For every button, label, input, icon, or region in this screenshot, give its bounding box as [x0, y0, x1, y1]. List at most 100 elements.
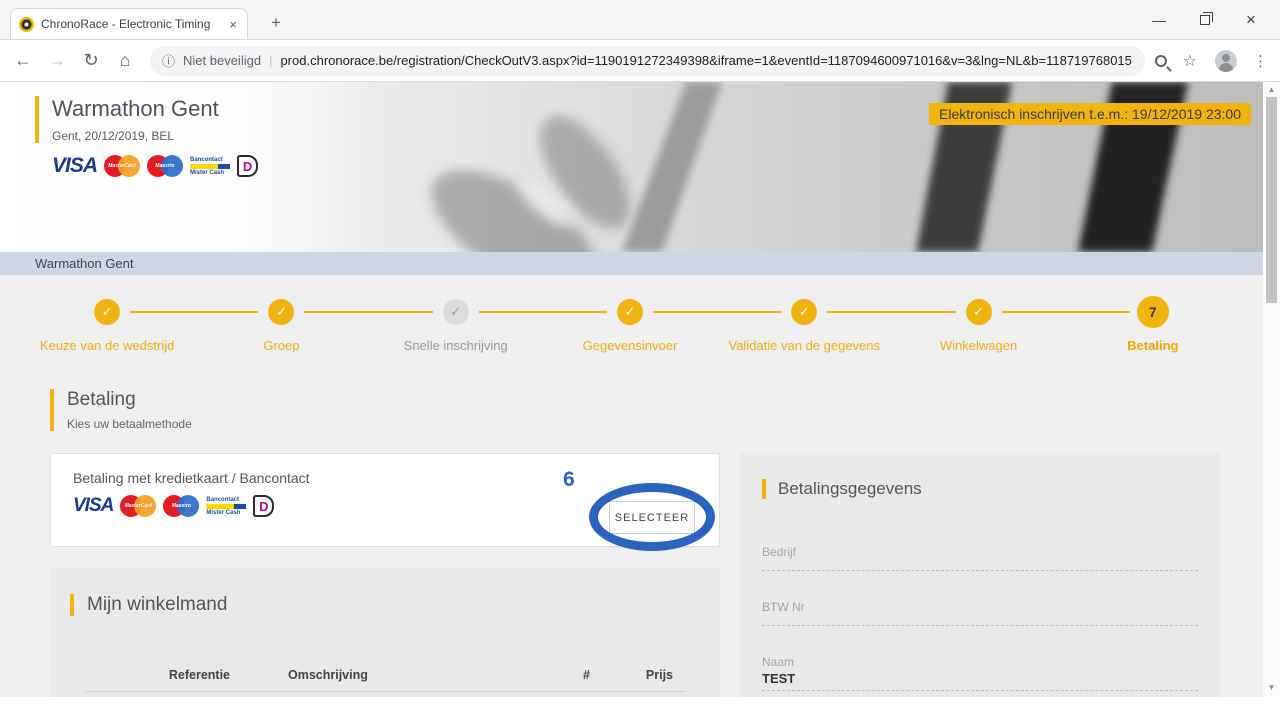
tab-close-icon[interactable]: × — [227, 17, 239, 32]
payment-method-card: Betaling met kredietkaart / Bancontact V… — [50, 453, 720, 551]
table-divider — [85, 691, 685, 692]
billing-card: Betalingsgegevens Bedrijf BTW Nr Naam TE… — [740, 453, 1220, 697]
kebab-menu-icon[interactable]: ⋮ — [1253, 52, 1268, 70]
step-label: Validatie van de gegevens — [728, 338, 881, 353]
scroll-down-icon[interactable]: ▼ — [1263, 680, 1280, 695]
stepper-step-snelle-inschrijving[interactable]: ✓ Snelle inschrijving — [368, 299, 544, 353]
cart-table-header: Referentie Omschrijving # Prijs — [50, 668, 720, 682]
mastercard-logo-icon: MasterCard — [104, 155, 141, 177]
check-icon: ✓ — [450, 304, 462, 319]
home-icon[interactable]: ⌂ — [110, 50, 140, 71]
naam-input[interactable]: TEST — [762, 671, 1198, 691]
new-tab-button[interactable]: + — [262, 11, 290, 35]
step-label: Gegevensinvoer — [582, 338, 678, 353]
maestro-label: Maestro — [155, 163, 175, 169]
stepper-step-validatie[interactable]: ✓ Validatie van de gegevens — [717, 299, 892, 353]
cart-title: Mijn winkelmand — [70, 594, 720, 616]
stepper-step-winkelwagen[interactable]: ✓ Winkelwagen — [891, 299, 1066, 353]
site-favicon-icon — [19, 16, 34, 32]
bancontact-logo-icon: Bancontact Mister Cash — [206, 495, 247, 517]
stepper-step-gegevensinvoer[interactable]: ✓ Gegevensinvoer — [542, 299, 718, 353]
step-number: 7 — [1148, 304, 1157, 320]
btw-nr-field[interactable]: BTW Nr — [762, 600, 1198, 626]
field-label: Bedrijf — [762, 545, 797, 559]
cell-aantal — [540, 696, 590, 697]
mistercash-label: Mister Cash — [190, 169, 225, 176]
check-icon: ✓ — [624, 304, 636, 319]
mastercard-logo-icon: MasterCard — [120, 495, 157, 517]
visa-logo-icon: VISA — [73, 495, 114, 516]
mistercash-label: Mister Cash — [206, 509, 241, 516]
info-icon[interactable]: ⓘ — [162, 51, 175, 70]
cell-referentie — [85, 696, 230, 697]
cell-prijs — [590, 696, 685, 697]
hero-banner: Warmathon Gent Gent, 20/12/2019, BEL VIS… — [0, 82, 1280, 252]
bancontact-label: Bancontact — [190, 156, 223, 163]
cell-omschrijving: TEST Test — [230, 696, 540, 697]
stepper-step-keuze[interactable]: ✓ Keuze van de wedstrijd — [20, 299, 195, 353]
maestro-label: Maestro — [171, 503, 191, 509]
browser-tab[interactable]: ChronoRace - Electronic Timing × — [10, 8, 248, 39]
page-title-bar: Warmathon Gent — [0, 252, 1280, 275]
payment-method-label: Betaling met kredietkaart / Bancontact — [73, 470, 310, 486]
scroll-up-icon[interactable]: ▲ — [1263, 82, 1280, 97]
event-title: Warmathon Gent — [52, 96, 219, 121]
column-prijs: Prijs — [645, 668, 673, 682]
mastercard-label: MasterCard — [124, 503, 153, 509]
page-scrollbar[interactable]: ▲ ▼ — [1263, 82, 1280, 697]
bookmark-star-icon[interactable]: ☆ — [1183, 51, 1197, 71]
close-icon[interactable]: × — [1228, 10, 1274, 30]
section-subtitle: Kies uw betaalmethode — [67, 417, 192, 431]
step-label: Groep — [263, 338, 300, 353]
field-label: Naam — [762, 655, 795, 669]
bedrijf-input[interactable] — [762, 561, 1198, 571]
maestro-logo-icon: Maestro — [163, 495, 200, 517]
betaling-section-head: Betaling Kies uw betaalmethode — [50, 389, 1280, 431]
address-bar[interactable]: ⓘ Niet beveiligd | prod.chronorace.be/re… — [150, 45, 1145, 76]
naam-field[interactable]: Naam TEST — [762, 655, 1198, 691]
scrollbar-thumb[interactable] — [1266, 97, 1277, 303]
checkout-stepper: ✓ Keuze van de wedstrijd ✓ Groep ✓ Snell… — [0, 275, 1280, 367]
security-label: Niet beveiligd — [183, 53, 262, 68]
check-icon: ✓ — [798, 304, 810, 319]
ideal-logo-icon: D — [237, 155, 259, 177]
tab-title: ChronoRace - Electronic Timing — [41, 17, 211, 31]
bancontact-logo-icon: Bancontact Mister Cash — [190, 155, 231, 177]
step-label: Betaling — [1127, 338, 1179, 353]
url-separator: | — [269, 53, 273, 68]
step-label: Snelle inschrijving — [403, 338, 508, 353]
stepper-step-betaling[interactable]: 7 Betaling — [1065, 296, 1240, 353]
column-referentie: Referentie — [168, 668, 230, 682]
field-label: BTW Nr — [762, 600, 805, 614]
check-icon: ✓ — [101, 304, 113, 319]
cart-card: Mijn winkelmand Referentie Omschrijving … — [50, 568, 720, 697]
table-row: TEST Test — [50, 696, 720, 697]
url-text[interactable]: prod.chronorace.be/registration/CheckOut… — [280, 53, 1132, 68]
btw-nr-input[interactable] — [762, 616, 1198, 626]
mastercard-label: MasterCard — [108, 163, 136, 169]
restore-box-icon — [1200, 12, 1213, 25]
column-omschrijving: Omschrijving — [288, 668, 368, 682]
annotation-number: 6 — [563, 468, 575, 491]
browser-titlebar: ChronoRace - Electronic Timing × + — × — [0, 0, 1280, 40]
check-icon: ✓ — [275, 304, 287, 319]
avatar-icon[interactable] — [1215, 49, 1237, 72]
deadline-banner: Elektronisch inschrijven t.e.m.: 19/12/2… — [929, 103, 1251, 125]
restore-icon[interactable] — [1182, 12, 1228, 28]
bancontact-label: Bancontact — [206, 496, 240, 503]
event-subtitle: Gent, 20/12/2019, BEL — [52, 129, 175, 143]
maestro-logo-icon: Maestro — [147, 155, 184, 177]
minimize-icon[interactable]: — — [1136, 12, 1182, 28]
back-icon[interactable]: ← — [8, 50, 38, 71]
zoom-icon[interactable] — [1154, 54, 1167, 67]
step-label: Winkelwagen — [939, 338, 1018, 353]
billing-title: Betalingsgegevens — [762, 479, 1198, 499]
bedrijf-field[interactable]: Bedrijf — [762, 545, 1198, 571]
selecteer-button[interactable]: SELECTEER — [609, 501, 695, 534]
column-aantal: # — [583, 668, 590, 682]
payment-logos: VISA MasterCard Maestro Bancontact Mister… — [52, 154, 259, 178]
section-title: Betaling — [67, 389, 136, 410]
stepper-step-groep[interactable]: ✓ Groep — [194, 299, 369, 353]
reload-icon[interactable]: ↻ — [76, 50, 106, 71]
forward-icon[interactable]: → — [42, 50, 72, 71]
